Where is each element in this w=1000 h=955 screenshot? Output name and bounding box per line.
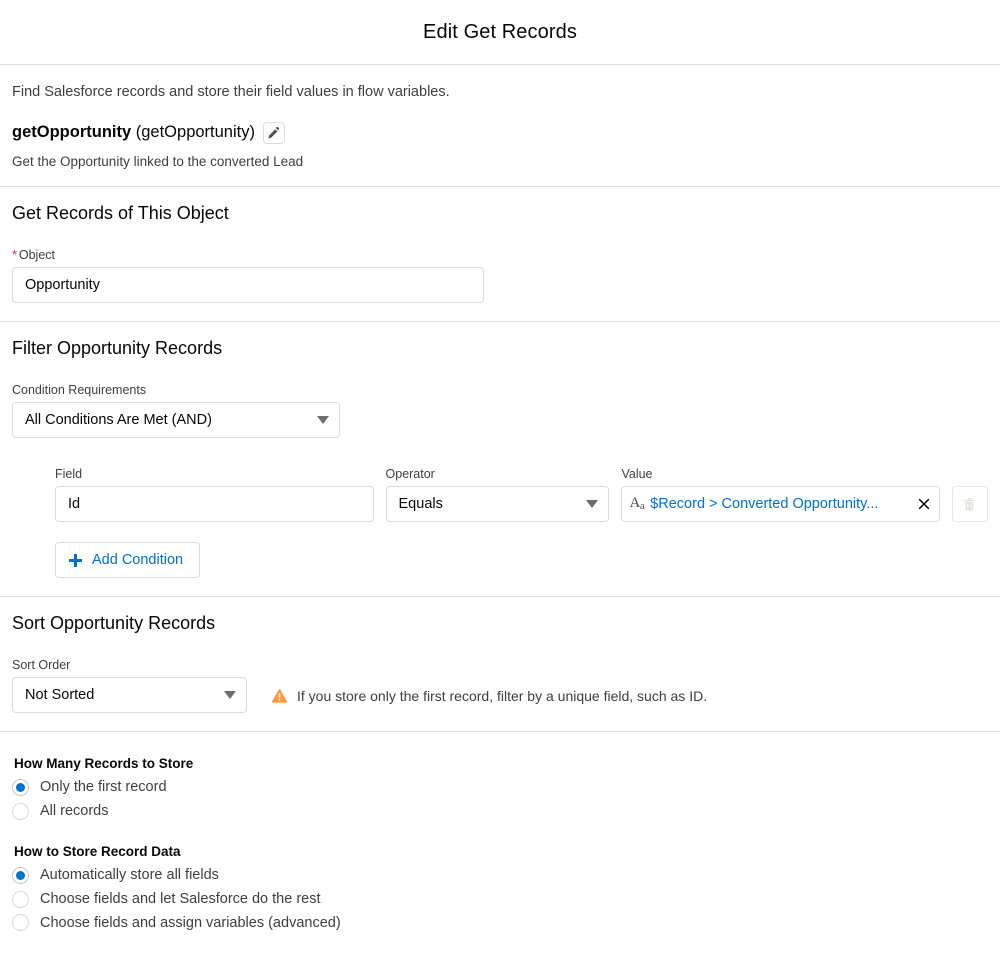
condition-field-input[interactable]: Id xyxy=(55,486,374,523)
condition-operator-column: Operator Equals xyxy=(385,466,610,523)
condition-value-column: Value Aa $Record > Converted Opportunity… xyxy=(621,466,940,523)
how-to-store-legend: How to Store Record Data xyxy=(14,843,181,859)
storage-section: How Many Records to Store Only the first… xyxy=(0,732,1000,947)
object-input-value: Opportunity xyxy=(25,276,100,293)
element-name-row: getOpportunity (getOpportunity) xyxy=(12,121,988,144)
trash-icon xyxy=(951,486,988,523)
condition-list: Field Id Operator Equals Value Aa $Recor… xyxy=(12,466,988,579)
sort-warning: If you store only the first record, filt… xyxy=(271,688,707,704)
sort-order-value: Not Sorted xyxy=(25,686,95,703)
plus-icon xyxy=(69,553,82,567)
object-input[interactable]: Opportunity xyxy=(12,267,484,304)
radio-label: All records xyxy=(40,803,109,820)
radio-mark xyxy=(12,866,29,884)
type-icon-upper: A xyxy=(629,495,640,512)
filter-section: Filter Opportunity Records Condition Req… xyxy=(0,322,1000,598)
sort-section: Sort Opportunity Records Sort Order Not … xyxy=(0,597,1000,733)
sort-order-label: Sort Order xyxy=(12,657,71,672)
element-api-name: (getOpportunity) xyxy=(135,122,255,141)
add-condition-button[interactable]: Add Condition xyxy=(55,542,201,579)
condition-field-value: Id xyxy=(68,496,81,513)
chevron-down-icon xyxy=(317,416,329,425)
condition-operator-value: Equals xyxy=(398,496,443,513)
text-type-icon: Aa xyxy=(629,496,644,512)
condition-value-input[interactable]: Aa $Record > Converted Opportunity... xyxy=(621,486,940,523)
radio-mark xyxy=(12,802,29,820)
value-column-header: Value xyxy=(621,467,653,482)
element-name: getOpportunity (getOpportunity) xyxy=(12,123,255,143)
radio-label: Only the first record xyxy=(40,779,167,796)
radio-automatically-store-all-fields[interactable]: Automatically store all fields xyxy=(12,866,988,885)
chevron-down-icon xyxy=(224,691,236,700)
object-section: Get Records of This Object * Object Oppor… xyxy=(0,187,1000,323)
condition-value-text: $Record > Converted Opportunity... xyxy=(650,496,879,513)
operator-column-header: Operator xyxy=(385,467,435,482)
condition-row: Field Id Operator Equals Value Aa $Recor… xyxy=(55,466,988,523)
edit-get-records-modal: Edit Get Records Find Salesforce records… xyxy=(0,0,1000,955)
radio-all-records[interactable]: All records xyxy=(12,802,988,821)
how-many-records-group: How Many Records to Store Only the first… xyxy=(12,756,988,821)
page-title: Edit Get Records xyxy=(423,20,577,43)
field-column-header: Field xyxy=(55,467,83,482)
sort-order-row: Not Sorted If you store only the first r… xyxy=(12,677,988,714)
radio-only-first-record[interactable]: Only the first record xyxy=(12,778,988,797)
sort-warning-text: If you store only the first record, filt… xyxy=(297,688,708,705)
pencil-icon[interactable] xyxy=(262,121,285,144)
how-many-records-legend: How Many Records to Store xyxy=(14,756,194,772)
type-icon-lower: a xyxy=(639,500,645,513)
element-description: Get the Opportunity linked to the conver… xyxy=(12,153,304,169)
filter-section-title: Filter Opportunity Records xyxy=(12,338,223,359)
radio-mark xyxy=(12,914,29,932)
chevron-down-icon xyxy=(586,500,599,509)
close-icon[interactable] xyxy=(917,497,931,511)
radio-label: Choose fields and let Salesforce do the … xyxy=(40,890,321,907)
how-to-store-group: How to Store Record Data Automatically s… xyxy=(12,844,988,933)
intro-block: Find Salesforce records and store their … xyxy=(0,65,1000,188)
radio-choose-fields-salesforce-rest[interactable]: Choose fields and let Salesforce do the … xyxy=(12,890,988,909)
object-section-title: Get Records of This Object xyxy=(12,203,229,224)
radio-mark xyxy=(12,890,29,908)
condition-field-column: Field Id xyxy=(55,466,374,523)
condition-requirements-value: All Conditions Are Met (AND) xyxy=(25,411,212,428)
required-marker: * xyxy=(12,247,17,262)
add-condition-label: Add Condition xyxy=(92,552,184,569)
warning-triangle-icon xyxy=(271,689,288,703)
element-label-text: getOpportunity xyxy=(12,122,132,141)
object-field-label: * Object xyxy=(12,247,988,263)
object-label-text: Object xyxy=(18,247,56,262)
condition-operator-select[interactable]: Equals xyxy=(385,486,610,523)
intro-description: Find Salesforce records and store their … xyxy=(12,84,450,100)
radio-mark xyxy=(12,779,29,797)
radio-label: Choose fields and assign variables (adva… xyxy=(40,914,341,931)
condition-requirements-label: Condition Requirements xyxy=(12,382,147,397)
modal-header: Edit Get Records xyxy=(0,0,1000,65)
sort-section-title: Sort Opportunity Records xyxy=(12,613,216,634)
sort-order-select[interactable]: Not Sorted xyxy=(12,677,247,714)
condition-requirements-select[interactable]: All Conditions Are Met (AND) xyxy=(12,402,340,439)
radio-label: Automatically store all fields xyxy=(40,866,219,883)
radio-choose-fields-assign-variables[interactable]: Choose fields and assign variables (adva… xyxy=(12,914,988,933)
